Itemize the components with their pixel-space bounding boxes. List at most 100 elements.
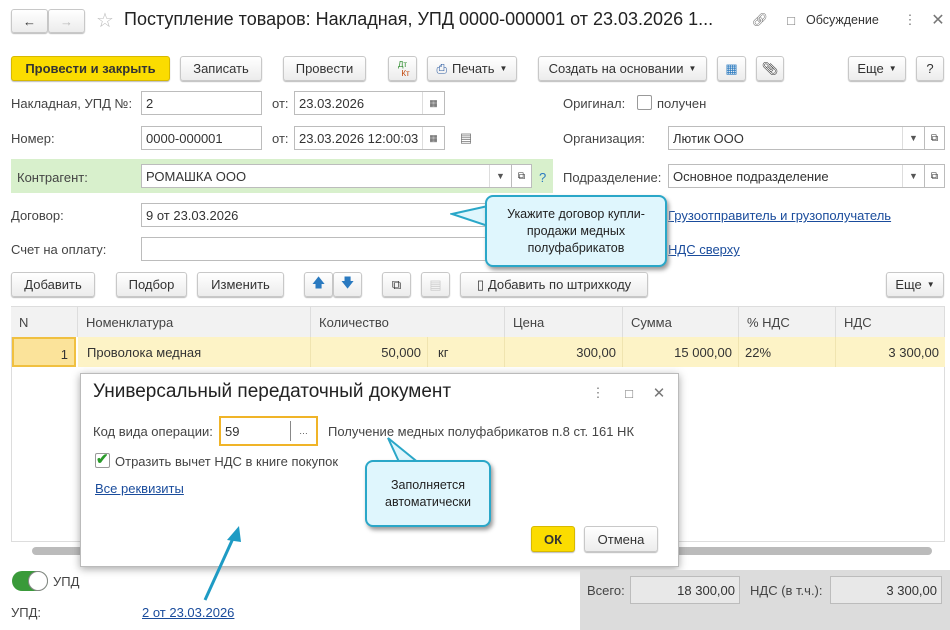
reflect-vat-checkbox[interactable]: ✔ <box>95 452 110 468</box>
number-date-value: 23.03.2026 12:00:03 <box>299 130 419 146</box>
calendar-icon[interactable]: ▦ <box>422 92 444 114</box>
counterparty-value: РОМАШКА ООО <box>146 168 247 184</box>
callout-tail <box>450 204 490 228</box>
column-header-price[interactable]: Цена <box>505 307 623 337</box>
cell-vat[interactable]: 3 300,00 <box>836 337 945 367</box>
counterparty-input[interactable]: РОМАШКА ООО ▼ <box>141 164 511 188</box>
post-button[interactable]: Провести <box>283 56 366 81</box>
original-received-label: получен <box>657 96 707 111</box>
invoice-date-input[interactable]: 23.03.2026 ▦ <box>294 91 445 115</box>
chevron-down-icon: ▼ <box>499 64 508 73</box>
column-header-sum[interactable]: Сумма <box>623 307 739 337</box>
add-button[interactable]: Добавить <box>11 272 95 297</box>
select-ellipsis-button[interactable]: … <box>290 421 316 441</box>
cell-item[interactable]: Проволока медная <box>78 337 311 367</box>
copy-icon[interactable]: ⧉ <box>382 272 411 297</box>
more-vertical-icon[interactable]: ⋮ <box>592 384 605 402</box>
vat-total-value: 3 300,00 <box>830 576 942 604</box>
auto-fill-callout: Заполняется автоматически <box>365 460 491 527</box>
column-header-quantity[interactable]: Количество <box>311 307 505 337</box>
from-label: от: <box>272 96 289 111</box>
discussion-button[interactable]: Обсуждение <box>806 13 879 27</box>
help-button[interactable]: ? <box>916 56 944 81</box>
move-up-button[interactable]: 🡅 <box>304 272 333 297</box>
chevron-down-icon[interactable]: ▼ <box>489 165 511 187</box>
open-organization-button[interactable]: ⧉ <box>924 126 945 150</box>
vat-total-label: НДС (в т.ч.): <box>750 583 823 598</box>
invoice-number-input[interactable]: 2 <box>141 91 262 115</box>
division-input[interactable]: Основное подразделение ▼ <box>668 164 924 188</box>
back-button[interactable]: ← <box>11 9 48 33</box>
column-header-vat[interactable]: НДС <box>836 307 945 337</box>
table-more-button[interactable]: Еще ▼ <box>886 272 944 297</box>
all-props-link[interactable]: Все реквизиты <box>95 481 184 496</box>
payment-invoice-input[interactable] <box>141 237 501 261</box>
number-label: Номер: <box>11 131 55 146</box>
column-header-item[interactable]: Номенклатура <box>78 307 311 337</box>
window-title: Поступление товаров: Накладная, УПД 0000… <box>124 9 714 29</box>
edit-button[interactable]: Изменить <box>197 272 284 297</box>
upd-link[interactable]: 2 от 23.03.2026 <box>142 605 234 620</box>
cell-sum[interactable]: 15 000,00 <box>623 337 739 367</box>
more-label: Еще <box>857 61 884 76</box>
chevron-down-icon[interactable]: ▼ <box>902 165 924 187</box>
chevron-down-icon: ▼ <box>926 280 935 289</box>
counterparty-help[interactable]: ? <box>539 170 546 185</box>
kt-label: Кт <box>401 68 410 78</box>
upd-toggle[interactable] <box>12 571 48 591</box>
link-icon[interactable]: 🔗︎ <box>750 10 770 30</box>
close-icon[interactable]: ✕ <box>651 384 667 402</box>
chevron-down-icon[interactable]: ▼ <box>902 127 924 149</box>
number-date-input[interactable]: 23.03.2026 12:00:03 ▦ <box>294 126 445 150</box>
more-vertical-icon[interactable]: ⋮ <box>904 10 917 30</box>
move-down-button[interactable]: 🡇 <box>333 272 362 297</box>
cell-price[interactable]: 300,00 <box>505 337 623 367</box>
print-button[interactable]: ⎙ Печать ▼ <box>427 56 517 81</box>
pick-button[interactable]: Подбор <box>116 272 187 297</box>
create-based-button[interactable]: Создать на основании ▼ <box>538 56 707 81</box>
payment-invoice-label: Счет на оплату: <box>11 242 107 257</box>
organization-input[interactable]: Лютик ООО ▼ <box>668 126 924 150</box>
cell-unit[interactable]: кг <box>428 337 505 367</box>
cell-n[interactable]: 1 <box>12 337 76 367</box>
contract-input[interactable]: 9 от 23.03.2026 <box>141 203 501 227</box>
cell-vat-rate[interactable]: 22% <box>739 337 836 367</box>
structure-icon[interactable]: ▦ <box>717 56 746 81</box>
more-button[interactable]: Еще ▼ <box>848 56 906 81</box>
column-header-vat-rate[interactable]: % НДС <box>739 307 836 337</box>
save-button[interactable]: Записать <box>180 56 262 81</box>
forward-button[interactable]: → <box>48 9 85 33</box>
discussion-icon[interactable]: □ <box>782 10 800 30</box>
barcode-icon: ▯ <box>476 276 484 292</box>
ok-button[interactable]: ОК <box>531 526 575 552</box>
op-code-input[interactable]: 59… <box>219 416 318 446</box>
number-input[interactable]: 0000-000001 <box>141 126 262 150</box>
chevron-down-icon: ▼ <box>888 64 897 73</box>
barcode-label: Добавить по штрихкоду <box>487 277 632 292</box>
post-and-close-button[interactable]: Провести и закрыть <box>11 56 170 81</box>
maximize-icon[interactable]: □ <box>621 384 637 402</box>
reflect-vat-label: Отразить вычет НДС в книге покупок <box>115 454 339 469</box>
star-icon[interactable]: ☆ <box>94 8 116 32</box>
counterparty-label: Контрагент: <box>17 170 88 185</box>
attachment-icon[interactable]: 📎︎ <box>756 56 784 81</box>
table-more-label: Еще <box>895 277 922 292</box>
shipper-consignee-link[interactable]: Грузоотправитель и грузополучатель <box>668 208 891 223</box>
vat-on-top-link[interactable]: НДС сверху <box>668 242 740 257</box>
calendar-icon[interactable]: ▦ <box>422 127 444 149</box>
column-header-n[interactable]: N <box>11 307 78 337</box>
arrow-annotation <box>203 526 241 601</box>
add-by-barcode-button[interactable]: ▯ Добавить по штрихкоду <box>460 272 648 297</box>
invoice-number-label: Накладная, УПД №: <box>11 96 133 111</box>
dtkt-button[interactable]: Дт Кт <box>388 56 417 81</box>
cell-quantity[interactable]: 50,000 <box>311 337 428 367</box>
paste-icon[interactable]: ▤ <box>421 272 450 297</box>
document-check-icon[interactable]: ▤ <box>457 128 475 148</box>
open-counterparty-button[interactable]: ⧉ <box>511 164 532 188</box>
original-received-checkbox[interactable] <box>637 95 652 110</box>
close-icon[interactable]: ✕ <box>930 10 946 30</box>
open-division-button[interactable]: ⧉ <box>924 164 945 188</box>
cancel-button[interactable]: Отмена <box>584 526 658 552</box>
total-value: 18 300,00 <box>630 576 740 604</box>
organization-label: Организация: <box>563 131 646 146</box>
